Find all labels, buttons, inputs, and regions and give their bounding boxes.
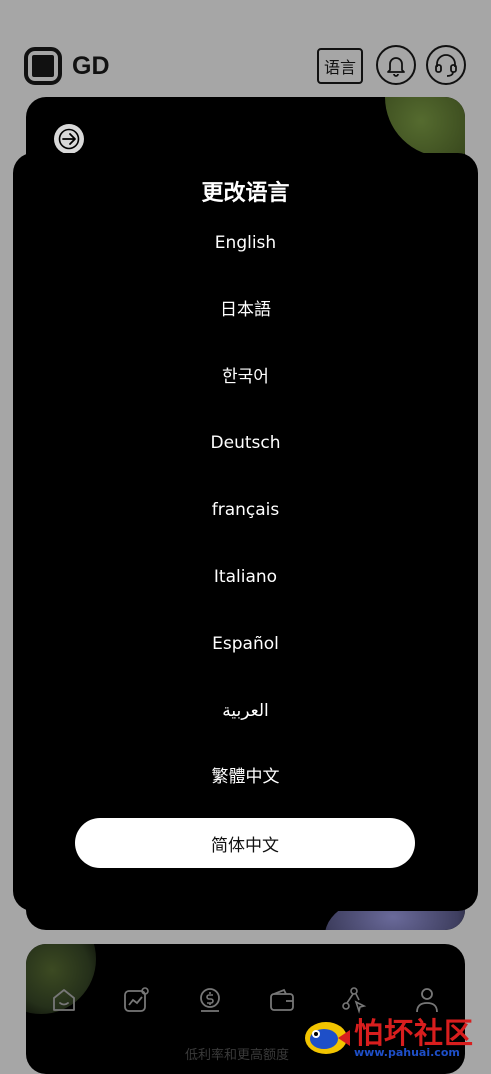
brand-name: GD <box>72 52 110 80</box>
decorative-blob <box>385 97 465 157</box>
bell-button[interactable] <box>376 45 416 85</box>
language-option-english[interactable]: English <box>93 223 398 263</box>
support-button[interactable] <box>426 45 466 85</box>
watermark-url: www.pahuai.com <box>354 1046 460 1059</box>
arrow-right-icon[interactable] <box>54 124 84 154</box>
logo-icon[interactable] <box>24 47 62 85</box>
home-icon[interactable] <box>50 986 78 1014</box>
chart-icon[interactable] <box>122 986 150 1014</box>
arrow-right-glyph <box>58 128 80 150</box>
footer-text: 低利率和更高额度 <box>185 1048 290 1063</box>
language-modal: 更改语言 English 日本語 한국어 Deutsch français It… <box>13 153 478 911</box>
language-option-german[interactable]: Deutsch <box>93 423 398 463</box>
dollar-icon[interactable] <box>196 986 224 1014</box>
language-option-french[interactable]: français <box>93 490 398 530</box>
fish-logo-icon <box>305 1022 350 1054</box>
modal-title: 更改语言 <box>201 181 290 206</box>
app-header: GD 语言 <box>24 44 467 90</box>
language-option-traditional-chinese[interactable]: 繁體中文 <box>93 757 398 797</box>
bell-icon <box>387 57 405 77</box>
language-button[interactable]: 语言 <box>317 48 363 84</box>
language-option-japanese[interactable]: 日本語 <box>93 290 398 330</box>
watermark: 怕坏社区 www.pahuai.com <box>302 1010 491 1062</box>
headset-icon <box>435 54 457 77</box>
language-option-arabic[interactable]: العربية <box>93 691 398 731</box>
language-option-spanish[interactable]: Español <box>93 624 398 664</box>
language-option-italian[interactable]: Italiano <box>93 557 398 597</box>
language-option-korean[interactable]: 한국어 <box>93 357 398 397</box>
language-option-simplified-chinese[interactable]: 简体中文 <box>75 818 415 868</box>
wallet-icon[interactable] <box>268 986 296 1014</box>
